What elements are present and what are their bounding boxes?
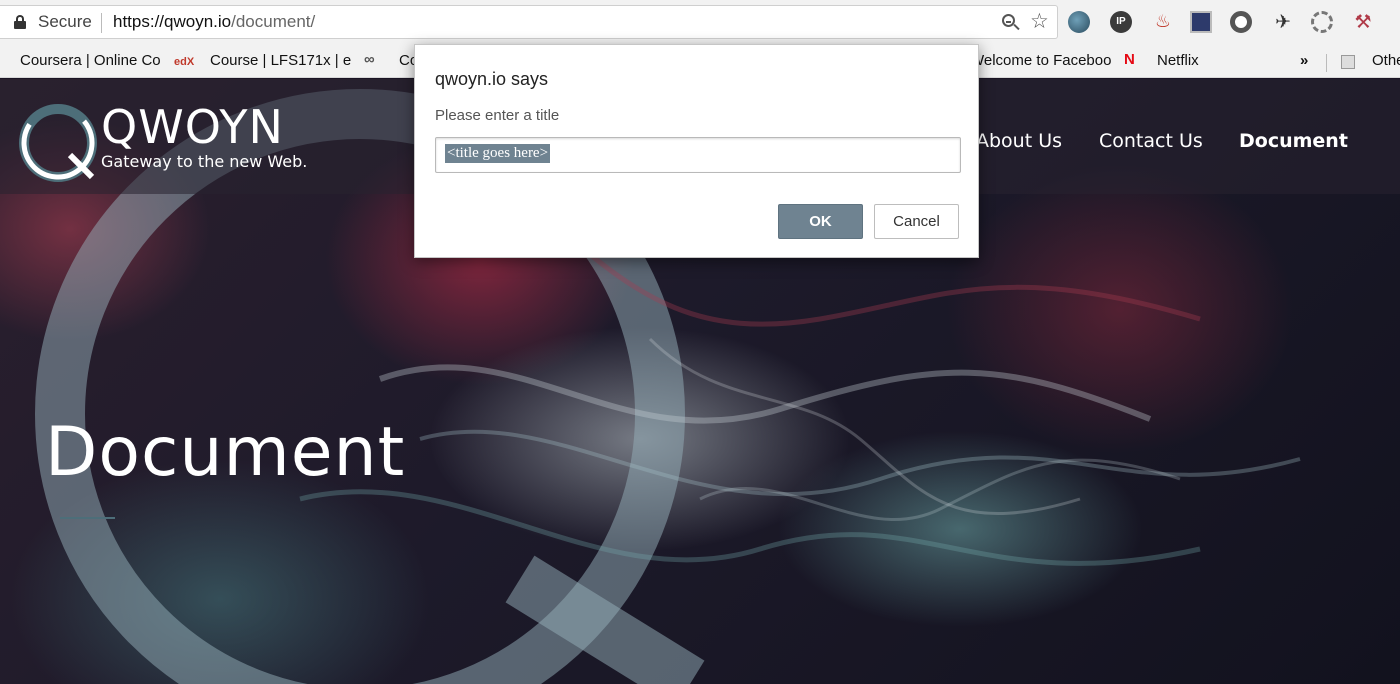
logo-name[interactable]: QWOYN (101, 101, 284, 153)
bookmark-star-icon[interactable]: ☆ (1030, 9, 1049, 33)
dialog-message: Please enter a title (435, 107, 560, 124)
hero-underline (60, 517, 115, 519)
prompt-dialog: qwoyn.io says Please enter a title <titl… (414, 44, 979, 258)
secure-label[interactable]: Secure (38, 12, 92, 32)
bookmark-facebook[interactable]: Welcome to Faceboo (970, 52, 1111, 69)
title-input-value: <title goes here> (445, 144, 551, 163)
address-bar[interactable]: Secure https://qwoyn.io/document/ ☆ (0, 5, 1058, 39)
url-path: /document/ (231, 12, 316, 31)
extension-tool-icon[interactable]: ⚒ (1352, 11, 1374, 33)
dialog-title: qwoyn.io says (435, 69, 549, 89)
netflix-icon: N (1124, 51, 1135, 68)
bookmark-divider (1326, 54, 1327, 72)
title-input[interactable]: <title goes here> (435, 137, 961, 173)
bookmark-lfs171x[interactable]: Course | LFS171x | e (210, 52, 351, 69)
extension-document-icon[interactable] (1190, 11, 1212, 33)
qwoyn-logo-icon[interactable] (16, 101, 100, 185)
bookmarks-overflow-chevron-icon[interactable]: » (1300, 52, 1308, 69)
folder-icon (1341, 55, 1355, 69)
edx-icon: edX (174, 56, 195, 68)
infinity-icon: ∞ (364, 51, 375, 68)
nav-about-us[interactable]: About Us (976, 130, 1062, 152)
omnibox-divider (101, 13, 102, 33)
zoom-icon[interactable] (1002, 14, 1020, 32)
lock-icon[interactable] (14, 15, 26, 29)
extension-circle-icon[interactable] (1230, 11, 1252, 33)
nav-contact-us[interactable]: Contact Us (1099, 130, 1203, 152)
url-text[interactable]: https://qwoyn.io/document/ (113, 12, 315, 32)
bookmark-other[interactable]: Othe (1372, 52, 1400, 69)
nav-document[interactable]: Document (1239, 130, 1348, 152)
extension-plane-icon[interactable]: ✈ (1272, 11, 1294, 33)
extension-sync-icon[interactable] (1311, 11, 1333, 33)
cancel-button[interactable]: Cancel (874, 204, 959, 239)
extension-globe-icon[interactable] (1068, 11, 1090, 33)
hero-title: Document (45, 413, 406, 492)
bookmark-netflix[interactable]: Netflix (1157, 52, 1199, 69)
ok-button[interactable]: OK (778, 204, 863, 239)
logo-tagline: Gateway to the new Web. (101, 152, 308, 171)
url-host: https://qwoyn.io (113, 12, 232, 31)
extension-java-icon[interactable]: ♨ (1152, 11, 1174, 33)
browser-toolbar: Secure https://qwoyn.io/document/ ☆ IP ♨… (0, 0, 1400, 46)
bookmark-coursera[interactable]: Coursera | Online Co (20, 52, 161, 69)
extension-ip-icon[interactable]: IP (1110, 11, 1132, 33)
